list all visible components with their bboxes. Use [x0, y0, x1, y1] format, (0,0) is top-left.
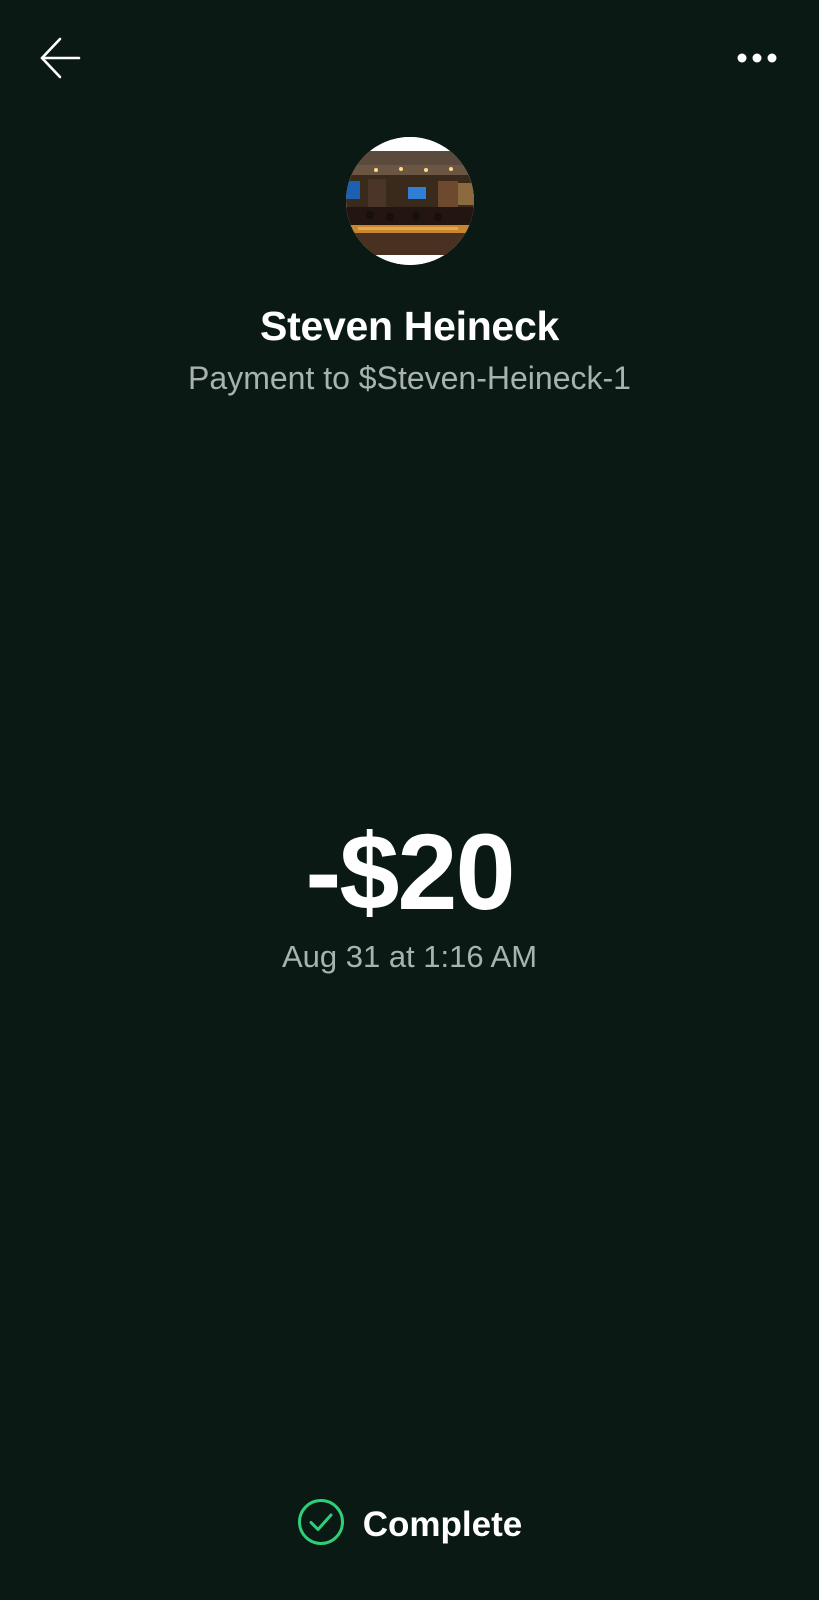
recipient-name: Steven Heineck: [260, 303, 559, 349]
back-button[interactable]: [34, 36, 86, 84]
payment-subtitle: Payment to $Steven-Heineck-1: [188, 360, 631, 396]
payment-amount: -$20: [305, 811, 515, 932]
status-label: Complete: [362, 1504, 523, 1544]
more-horizontal-icon: [735, 51, 779, 70]
payment-detail-screen: Steven Heineck Payment to $Steven-Heinec…: [0, 0, 819, 1600]
restaurant-bar-photo: [346, 137, 474, 265]
arrow-left-icon: [37, 35, 83, 86]
status-row: Complete: [0, 1498, 819, 1551]
more-options-button[interactable]: [729, 40, 785, 80]
payment-datetime: Aug 31 at 1:16 AM: [281, 939, 538, 974]
check-circle-icon: [297, 1498, 345, 1551]
avatar[interactable]: [346, 137, 474, 265]
